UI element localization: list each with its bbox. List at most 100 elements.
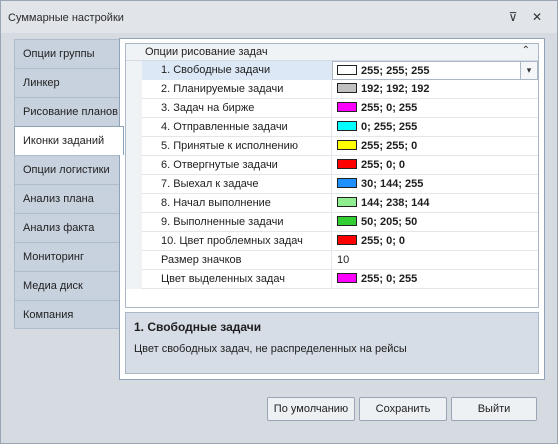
property-row[interactable]: 8. Начал выполнение 144; 238; 144 — [126, 194, 538, 213]
property-value[interactable]: 50; 205; 50 — [333, 213, 538, 232]
color-swatch — [337, 83, 357, 93]
nav-item[interactable]: Опции группы — [14, 39, 120, 68]
property-name: 2. Планируемые задачи — [142, 80, 332, 99]
property-value[interactable]: 192; 192; 192 — [333, 80, 538, 99]
settings-nav: Опции группы Линкер Рисование планов Иконки… — [14, 39, 124, 329]
description-text: Цвет свободных задач, не распределенных … — [134, 343, 407, 355]
property-row[interactable]: Цвет выделенных задач 255; 0; 255 — [126, 270, 538, 289]
value-text: 30; 144; 255 — [361, 178, 424, 190]
nav-item[interactable]: Анализ факта — [14, 213, 120, 242]
property-row[interactable]: 2. Планируемые задачи 192; 192; 192 — [126, 80, 538, 99]
row-gutter — [126, 194, 142, 213]
row-gutter — [126, 175, 142, 194]
property-row[interactable]: 9. Выполненные задачи 50; 205; 50 — [126, 213, 538, 232]
pin-icon[interactable]: ⊽ — [505, 9, 521, 25]
settings-panel: Опции рисование задач ⌃ 1. Свободные зад… — [119, 38, 545, 380]
property-name: 7. Выехал к задаче — [142, 175, 332, 194]
save-button[interactable]: Сохранить — [359, 397, 447, 421]
property-name: 3. Задач на бирже — [142, 99, 332, 118]
property-value[interactable]: 255; 255; 0 — [333, 137, 538, 156]
property-name: 9. Выполненные задачи — [142, 213, 332, 232]
value-text: 50; 205; 50 — [361, 216, 418, 228]
row-gutter — [126, 80, 142, 99]
color-swatch — [337, 121, 357, 131]
nav-item[interactable]: Медиа диск — [14, 271, 120, 300]
property-name: 10. Цвет проблемных задач — [142, 232, 332, 251]
row-gutter — [126, 251, 142, 270]
property-value[interactable]: 255; 255; 255 ▾ — [332, 61, 538, 80]
description-title: 1. Свободные задачи — [134, 320, 262, 334]
window-title: Суммарные настройки — [8, 12, 124, 24]
property-name: 6. Отвергнутые задачи — [142, 156, 332, 175]
description-panel: 1. Свободные задачи Цвет свободных задач… — [125, 312, 539, 374]
nav-item[interactable]: Анализ плана — [14, 184, 120, 213]
color-swatch — [337, 197, 357, 207]
exit-button[interactable]: Выйти — [451, 397, 537, 421]
row-gutter — [126, 61, 142, 80]
nav-item[interactable]: Компания — [14, 300, 120, 329]
property-name: 4. Отправленные задачи — [142, 118, 332, 137]
property-name: Размер значков — [142, 251, 332, 270]
nav-item[interactable]: Иконки заданий — [14, 126, 124, 155]
property-grid: Опции рисование задач ⌃ 1. Свободные зад… — [125, 43, 539, 308]
row-gutter — [126, 99, 142, 118]
title-bar: Суммарные настройки ⊽ ✕ — [1, 1, 557, 33]
color-swatch — [337, 159, 357, 169]
property-value[interactable]: 10 — [333, 251, 538, 270]
settings-window: Суммарные настройки ⊽ ✕ Опции группы Линк… — [0, 0, 558, 444]
property-row[interactable]: 7. Выехал к задаче 30; 144; 255 — [126, 175, 538, 194]
row-gutter — [126, 156, 142, 175]
property-rows: 1. Свободные задачи 255; 255; 255 ▾ 2. План… — [126, 61, 538, 289]
color-swatch — [337, 235, 357, 245]
nav-item[interactable]: Линкер — [14, 68, 120, 97]
row-gutter — [126, 137, 142, 156]
value-text: 255; 255; 0 — [361, 140, 418, 152]
color-swatch — [337, 273, 357, 283]
property-value[interactable]: 0; 255; 255 — [333, 118, 538, 137]
value-text: 192; 192; 192 — [361, 83, 430, 95]
property-category[interactable]: Опции рисование задач ⌃ — [126, 44, 538, 61]
property-name: 1. Свободные задачи — [142, 61, 332, 80]
value-text: 144; 238; 144 — [361, 197, 430, 209]
property-value[interactable]: 144; 238; 144 — [333, 194, 538, 213]
property-name: Цвет выделенных задач — [142, 270, 332, 289]
property-name: 5. Принятые к исполнению — [142, 137, 332, 156]
property-value[interactable]: 255; 0; 0 — [333, 156, 538, 175]
property-row[interactable]: 10. Цвет проблемных задач 255; 0; 0 — [126, 232, 538, 251]
color-swatch — [337, 178, 357, 188]
close-icon[interactable]: ✕ — [529, 9, 545, 25]
property-name: 8. Начал выполнение — [142, 194, 332, 213]
value-text: 255; 0; 0 — [361, 159, 406, 171]
value-text: 255; 0; 0 — [361, 235, 406, 247]
value-text: 255; 0; 255 — [361, 102, 418, 114]
property-value[interactable]: 255; 0; 255 — [333, 99, 538, 118]
value-text: 0; 255; 255 — [361, 121, 418, 133]
row-gutter — [126, 270, 142, 289]
row-gutter — [126, 118, 142, 137]
property-row[interactable]: Размер значков 10 — [126, 251, 538, 270]
property-row[interactable]: 3. Задач на бирже 255; 0; 255 — [126, 99, 538, 118]
color-swatch — [337, 216, 357, 226]
collapse-icon[interactable]: ⌃ — [522, 45, 530, 56]
property-value[interactable]: 30; 144; 255 — [333, 175, 538, 194]
property-row[interactable]: 1. Свободные задачи 255; 255; 255 ▾ — [126, 61, 538, 80]
nav-item[interactable]: Мониторинг — [14, 242, 120, 271]
value-text: 10 — [337, 254, 350, 266]
value-text: 255; 0; 255 — [361, 273, 418, 285]
default-button[interactable]: По умолчанию — [267, 397, 355, 421]
row-gutter — [126, 232, 142, 251]
nav-item[interactable]: Рисование планов — [14, 97, 120, 126]
row-gutter — [126, 213, 142, 232]
value-text: 255; 255; 255 — [361, 65, 430, 77]
dropdown-arrow-icon[interactable]: ▾ — [520, 62, 537, 79]
property-value[interactable]: 255; 0; 255 — [333, 270, 538, 289]
property-row[interactable]: 4. Отправленные задачи 0; 255; 255 — [126, 118, 538, 137]
category-label: Опции рисование задач — [145, 46, 268, 58]
property-row[interactable]: 5. Принятые к исполнению 255; 255; 0 — [126, 137, 538, 156]
property-value[interactable]: 255; 0; 0 — [333, 232, 538, 251]
property-row[interactable]: 6. Отвергнутые задачи 255; 0; 0 — [126, 156, 538, 175]
color-swatch — [337, 65, 357, 75]
color-swatch — [337, 140, 357, 150]
nav-item[interactable]: Опции логистики — [14, 155, 120, 184]
color-swatch — [337, 102, 357, 112]
